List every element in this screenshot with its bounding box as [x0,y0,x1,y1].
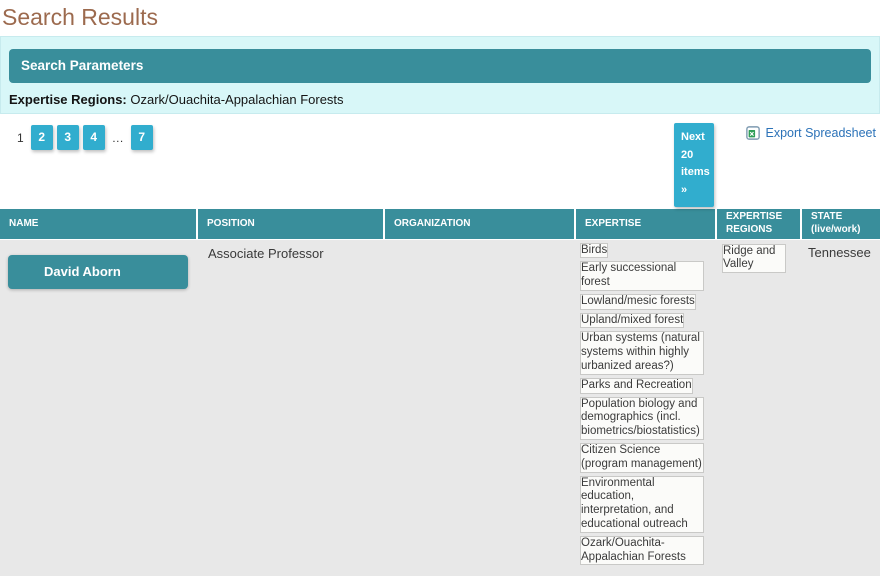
expertise-region-tag: Ridge and Valley [722,244,786,274]
expertise-tag: Urban systems (natural systems within hi… [580,331,704,374]
pagination-page-3-button[interactable]: 3 [57,125,79,150]
position-cell: Associate Professor [197,239,384,576]
column-header-state: STATE (live/work) [801,209,880,239]
table-header-row: NAME POSITION ORGANIZATION EXPERTISE EXP… [0,209,880,239]
results-table: NAME POSITION ORGANIZATION EXPERTISE EXP… [0,209,880,576]
expertise-tag: Population biology and demographics (inc… [580,397,704,440]
column-header-organization: ORGANIZATION [384,209,575,239]
pagination-page-4-button[interactable]: 4 [83,125,105,150]
criteria-value: Ozark/Ouachita-Appalachian Forests [130,92,343,107]
expertise-regions-cell: Ridge and Valley [716,239,801,576]
page-title: Search Results [2,3,880,31]
results-toolbar: 1 2 3 4 … 7 Next 20 items » Export Sprea… [0,114,880,209]
pagination-page-2-button[interactable]: 2 [31,125,53,150]
export-spreadsheet-label: Export Spreadsheet [766,126,877,140]
expertise-tag: Lowland/mesic forests [580,294,696,310]
pagination-ellipsis: … [112,131,124,145]
search-parameters-panel: Search Parameters Expertise Regions: Oza… [0,36,880,114]
expertise-tag: Upland/mixed forest [580,313,684,329]
next-20-items-button[interactable]: Next 20 items » [674,123,714,207]
column-header-expertise-regions: EXPERTISE REGIONS [716,209,801,239]
column-header-name: NAME [0,209,197,239]
export-spreadsheet-link[interactable]: Export Spreadsheet [746,126,877,140]
pagination: 1 2 3 4 … 7 [17,125,153,150]
spreadsheet-icon [746,126,760,140]
criteria-label: Expertise Regions: [9,92,127,107]
expertise-tag: Parks and Recreation [580,378,693,394]
state-cell: Tennessee [801,239,880,576]
search-parameters-header: Search Parameters [9,49,871,83]
expertise-tag: Environmental education, interpretation,… [580,476,704,533]
pagination-page-7-button[interactable]: 7 [131,125,153,150]
search-criteria: Expertise Regions: Ozark/Ouachita-Appala… [9,92,871,107]
expertise-tag: Early successional forest [580,261,704,291]
name-cell: David Aborn [0,239,197,576]
expertise-cell: Birds Early successional forest Lowland/… [575,239,716,576]
pagination-current-page: 1 [17,131,24,145]
expertise-tag: Birds [580,243,608,259]
person-name-button[interactable]: David Aborn [8,255,188,289]
organization-cell [384,239,575,576]
expertise-tag: Citizen Science (program management) [580,443,704,473]
column-header-position: POSITION [197,209,384,239]
table-row: David Aborn Associate Professor Birds Ea… [0,239,880,576]
column-header-expertise: EXPERTISE [575,209,716,239]
